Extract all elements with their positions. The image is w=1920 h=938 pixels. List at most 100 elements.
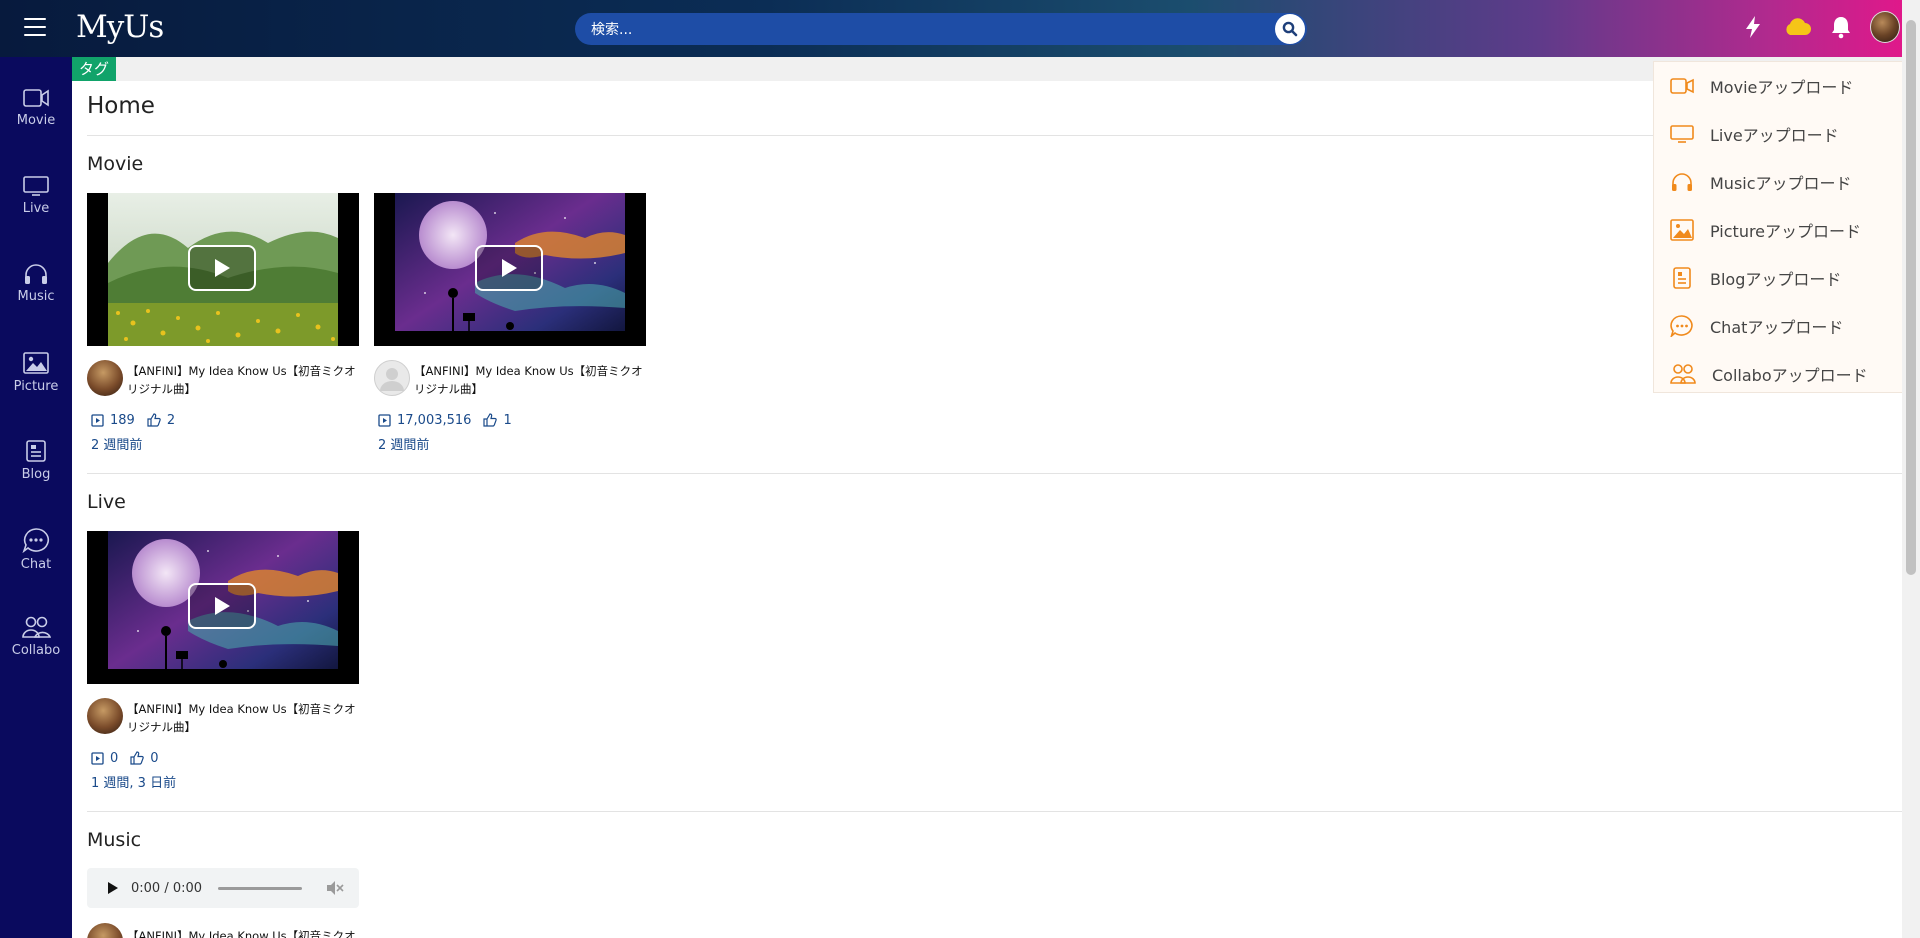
sidebar-item-chat[interactable]: Chat [0, 517, 72, 587]
section-title-movie: Movie [87, 153, 144, 175]
notification-button[interactable] [1826, 12, 1856, 42]
movie-card: 【ANFINI】My Idea Know Us【初音ミクオリジナル曲】 17,0… [374, 193, 646, 453]
search-input[interactable] [589, 18, 1233, 42]
headphones-icon [1672, 173, 1692, 191]
upload-time: 2 週間前 [378, 438, 430, 453]
sidebar-item-collabo[interactable]: Collabo [0, 605, 72, 675]
hamburger-menu-icon[interactable] [24, 18, 46, 38]
tag-chip[interactable]: タグ [72, 57, 117, 81]
upload-dropdown-menu: Movieアップロード Liveアップロード Musicアップロード Pictu… [1653, 61, 1903, 393]
avatar [1870, 11, 1900, 43]
sidebar-item-label: Picture [13, 379, 59, 394]
audio-time: 0:00 / 0:00 [131, 880, 203, 896]
like-count: 0 [150, 750, 159, 766]
section-title-music: Music [87, 829, 142, 851]
cloud-icon [1786, 18, 1811, 35]
thumbs-up-icon [483, 413, 498, 427]
divider [87, 135, 1902, 136]
search-icon [1282, 21, 1298, 37]
thumbs-up-icon [130, 751, 145, 765]
mute-icon[interactable] [326, 880, 344, 896]
scrollbar-thumb[interactable] [1906, 20, 1916, 575]
video-title[interactable]: 【ANFINI】My Idea Know Us【初音ミクオリジナル曲】 [127, 700, 359, 736]
sidebar-item-label: Collabo [11, 643, 61, 658]
play-button[interactable] [188, 583, 256, 629]
menu-item-chat-upload[interactable]: Chatアップロード [1654, 302, 1902, 350]
cloud-upload-button[interactable] [1782, 12, 1812, 42]
image-icon [1670, 219, 1694, 241]
site-logo[interactable]: MyUs [76, 9, 164, 45]
section-title-live: Live [87, 491, 126, 513]
chat-icon [22, 528, 50, 553]
menu-item-label: Collaboアップロード [1712, 366, 1868, 385]
play-icon [502, 259, 517, 277]
play-icon [215, 259, 230, 277]
divider [87, 473, 1902, 474]
audio-progress-bar[interactable] [218, 886, 303, 890]
view-count: 189 [110, 412, 135, 428]
document-icon [26, 440, 46, 462]
thumbs-up-icon [147, 413, 161, 427]
search-bar [575, 13, 1307, 45]
sidebar-item-blog[interactable]: Blog [0, 429, 72, 499]
sidebar-item-picture[interactable]: Picture [0, 341, 72, 411]
chat-icon [1670, 315, 1693, 337]
users-icon [1670, 364, 1696, 384]
avatar[interactable] [87, 698, 123, 734]
default-avatar-icon [380, 368, 404, 391]
sidebar-item-label: Music [17, 289, 55, 304]
card-meta: 【ANFINI】My Idea Know Us【初音ミクオリジナル曲】 [374, 360, 646, 410]
monitor-icon [23, 176, 49, 196]
video-title[interactable]: 【ANFINI】My Idea Know Us【初音ミクオリジナル曲】 [414, 362, 646, 398]
video-thumbnail[interactable] [87, 193, 359, 346]
avatar[interactable] [87, 923, 123, 938]
lightning-button[interactable] [1738, 12, 1768, 42]
play-button[interactable] [188, 245, 256, 291]
video-thumbnail[interactable] [87, 531, 359, 684]
menu-item-live-upload[interactable]: Liveアップロード [1654, 110, 1902, 158]
page-scrollbar[interactable] [1902, 0, 1920, 938]
card-meta: 【ANFINI】My Idea Know Us【初音ミクオリジナル曲】 [87, 360, 359, 410]
main-content: タグ Home Movie 【ANFINI】My Idea Know Us【初音… [72, 57, 1902, 938]
monitor-icon [1670, 125, 1694, 143]
page-title: Home [87, 93, 155, 119]
like-count: 2 [166, 412, 176, 428]
sidebar-item-live[interactable]: Live [0, 165, 72, 235]
menu-item-label: Movieアップロード [1710, 78, 1854, 97]
video-stats: 189 2 [91, 410, 359, 430]
menu-item-movie-upload[interactable]: Movieアップロード [1654, 62, 1902, 110]
live-card: 【ANFINI】My Idea Know Us【初音ミクオリジナル曲】 0 0 … [87, 531, 359, 791]
headphones-icon [25, 264, 47, 284]
image-icon [23, 352, 49, 374]
sidebar-item-music[interactable]: Music [0, 253, 72, 323]
video-stats: 0 0 [91, 748, 359, 768]
audio-player: 0:00 / 0:00 [87, 868, 359, 908]
menu-item-music-upload[interactable]: Musicアップロード [1654, 158, 1902, 206]
video-stats: 17,003,516 1 [378, 410, 646, 430]
movie-card: 【ANFINI】My Idea Know Us【初音ミクオリジナル曲】 189 … [87, 193, 359, 453]
video-thumbnail[interactable] [374, 193, 646, 346]
tag-bar: タグ [72, 57, 1902, 81]
menu-item-picture-upload[interactable]: Pictureアップロード [1654, 206, 1902, 254]
menu-item-collabo-upload[interactable]: Collaboアップロード [1654, 350, 1902, 398]
play-icon [215, 597, 230, 615]
video-views-icon [91, 413, 104, 427]
search-button[interactable] [1275, 14, 1305, 44]
sidebar: Movie Live Music Picture Blog Chat Colla… [0, 57, 72, 938]
users-icon [22, 616, 51, 638]
video-title[interactable]: 【ANFINI】My Idea Know Us【初音ミクオリジナル曲】 [127, 362, 359, 398]
sidebar-item-movie[interactable]: Movie [0, 77, 72, 147]
user-menu-button[interactable] [1870, 11, 1900, 43]
video-icon [1670, 78, 1694, 94]
menu-item-blog-upload[interactable]: Blogアップロード [1654, 254, 1902, 302]
video-icon [23, 89, 49, 107]
play-icon[interactable] [107, 881, 119, 895]
like-count: 1 [503, 412, 512, 428]
upload-time: 2 週間前 [91, 438, 143, 453]
card-meta: 【ANFINI】My Idea Know Us【初音ミクオリジナル曲】 [87, 698, 359, 748]
avatar[interactable] [374, 360, 410, 396]
music-title[interactable]: 【ANFINI】My Idea Know Us【初音ミクオ [127, 927, 359, 938]
sidebar-item-label: Chat [20, 557, 52, 572]
play-button[interactable] [475, 245, 543, 291]
avatar[interactable] [87, 360, 123, 396]
